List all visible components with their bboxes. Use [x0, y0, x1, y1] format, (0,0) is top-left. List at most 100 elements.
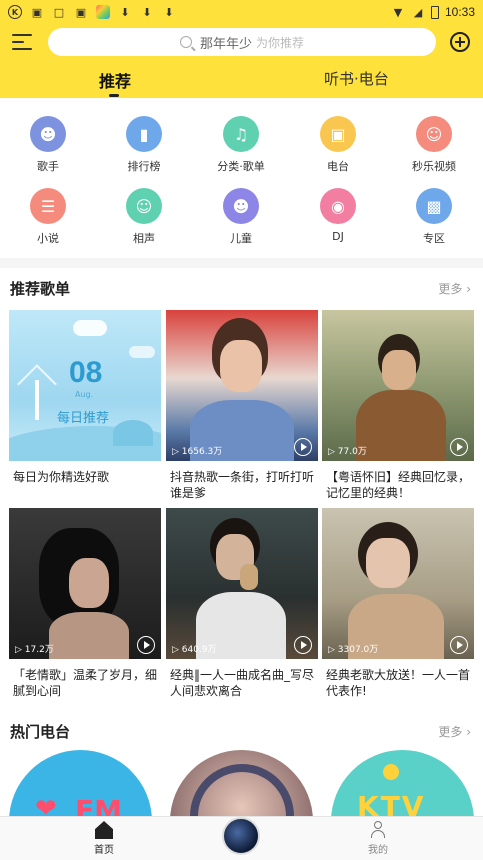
headphones-icon	[190, 764, 294, 824]
playlist-cover: ▷ 640.9万	[166, 508, 318, 659]
add-icon[interactable]	[450, 32, 470, 52]
person-silhouette	[382, 350, 416, 390]
play-icon[interactable]	[450, 438, 468, 456]
download-icon: ⬇	[120, 5, 130, 19]
playlist-card[interactable]: ▷ 640.9万 经典‖一人一曲成名曲_写尽人间悲欢离合	[166, 508, 318, 699]
more-link-hot-radio[interactable]: 更多 ›	[438, 723, 471, 740]
person-silhouette	[69, 558, 109, 608]
radio-icon: ▣	[320, 116, 356, 152]
header: 那年年少 为你推荐 推荐 听书·电台	[0, 24, 483, 98]
playlist-card[interactable]: ▷ 1656.3万 抖音热歌一条街，打听打听谁是爹	[166, 310, 318, 501]
playlist-card[interactable]: ▷ 17.2万 「老情歌」温柔了岁月，细腻到心间	[9, 508, 161, 699]
play-count-value: 17.2万	[24, 645, 54, 655]
grid-label: 儿童	[230, 232, 252, 245]
tab-recommend[interactable]: 推荐	[99, 68, 131, 97]
video-face-icon: ☺	[416, 116, 452, 152]
chevron-right-icon: ›	[466, 282, 471, 296]
play-small-icon: ▷	[172, 447, 179, 457]
hill-shape	[113, 420, 153, 446]
playlist-card-daily[interactable]: 08 Aug. 每日推荐 每日为你精选好歌	[9, 310, 161, 501]
tab-audiobook-radio[interactable]: 听书·电台	[324, 68, 389, 89]
grid-label: 小说	[37, 232, 59, 245]
playlist-title: 经典‖一人一曲成名曲_写尽人间悲欢离合	[170, 668, 315, 698]
more-link-recommend[interactable]: 更多 ›	[438, 280, 471, 297]
daily-month: Aug.	[75, 390, 94, 399]
now-playing-disc-icon[interactable]	[222, 817, 260, 855]
cloud-icon	[129, 346, 155, 358]
play-icon[interactable]	[294, 636, 312, 654]
play-small-icon: ▷	[328, 645, 335, 655]
search-icon	[179, 36, 192, 48]
person-silhouette	[366, 538, 410, 588]
play-count-value: 77.0万	[337, 447, 367, 457]
playlist-cover: ▷ 1656.3万	[166, 310, 318, 461]
section-title-hot-radio: 热门电台	[10, 723, 71, 741]
chart-icon: ▮	[126, 116, 162, 152]
play-count: ▷ 3307.0万	[328, 642, 378, 655]
playlist-title: 经典老歌大放送！一人一首代表作!	[326, 668, 471, 698]
play-icon[interactable]	[450, 636, 468, 654]
status-bar: K ▣ □ ▣ ⬇ ⬇ ⬇ ▼ ◢ 10:33	[0, 0, 483, 24]
more-label: 更多	[438, 282, 463, 296]
nav-home[interactable]: 首页	[74, 821, 134, 856]
bag-icon: ▣	[31, 5, 43, 19]
grid-label: 秒乐视频	[412, 160, 456, 173]
playlist-title: 「老情歌」温柔了岁月，细腻到心间	[13, 668, 158, 698]
bottom-nav: 首页 我的	[0, 816, 483, 860]
grid-item-radio[interactable]: ▣ 电台	[290, 116, 386, 176]
search-bar[interactable]: 那年年少 为你推荐	[48, 28, 436, 56]
bag-outline-icon: □	[53, 5, 65, 19]
playlist-icon: ♫	[223, 116, 259, 152]
grid-item-crosstalk[interactable]: ☺ 相声	[96, 188, 192, 248]
wifi-icon: ▼	[393, 5, 403, 19]
nav-mine-label: 我的	[368, 845, 388, 856]
top-tabs: 推荐 听书·电台	[0, 68, 483, 98]
photo-app-icon	[96, 5, 110, 19]
grid-label: 歌手	[37, 160, 59, 173]
cloud-icon	[73, 320, 107, 336]
grid-item-zone[interactable]: ▩ 专区	[386, 188, 482, 248]
search-placeholder-sub: 为你推荐	[256, 35, 305, 50]
grid-label: 专区	[423, 232, 445, 245]
grid-item-dj[interactable]: ◉ DJ	[290, 188, 386, 248]
grid-item-video[interactable]: ☺ 秒乐视频	[386, 116, 482, 176]
playlist-cover: ▷ 77.0万	[322, 310, 474, 461]
play-count-value: 3307.0万	[337, 645, 379, 655]
microphone-icon	[240, 564, 258, 590]
play-count-value: 1656.3万	[181, 447, 223, 457]
dj-disc-icon: ◉	[320, 188, 356, 224]
section-divider	[0, 258, 483, 268]
menu-icon[interactable]	[12, 34, 32, 52]
grid-label: 分类·歌单	[217, 160, 265, 173]
play-icon[interactable]	[137, 636, 155, 654]
k-app-icon: K	[8, 5, 22, 19]
playlist-card[interactable]: ▷ 3307.0万 经典老歌大放送！一人一首代表作!	[322, 508, 474, 699]
play-count-value: 640.9万	[181, 645, 217, 655]
nav-mine[interactable]: 我的	[348, 821, 408, 856]
grid-label: 电台	[327, 160, 349, 173]
battery-icon	[430, 5, 439, 19]
nav-home-label: 首页	[94, 845, 114, 856]
section-title-recommend: 推荐歌单	[10, 280, 71, 298]
playlist-title: 【粤语怀旧】经典回忆录，记忆里的经典！	[326, 470, 471, 500]
download-icon: ⬇	[142, 5, 152, 19]
play-icon[interactable]	[294, 438, 312, 456]
status-time: 10:33	[444, 5, 475, 19]
playlist-cover: 08 Aug. 每日推荐	[9, 310, 161, 461]
grid-item-chart[interactable]: ▮ 排行榜	[96, 116, 192, 176]
playlist-card[interactable]: ▷ 77.0万 【粤语怀旧】经典回忆录，记忆里的经典！	[322, 310, 474, 501]
home-icon	[95, 821, 113, 839]
status-right: ▼ ◢ 10:33	[391, 5, 475, 19]
grid-item-singer[interactable]: ☻ 歌手	[0, 116, 96, 176]
crosstalk-icon: ☺	[126, 188, 162, 224]
daily-date: 08	[69, 356, 103, 389]
grid-item-kids[interactable]: ☻ 儿童	[193, 188, 289, 248]
playlist-title: 每日为你精选好歌	[13, 470, 110, 484]
grid-item-category[interactable]: ♫ 分类·歌单	[193, 116, 289, 176]
play-count: ▷ 640.9万	[172, 642, 217, 655]
chevron-right-icon: ›	[466, 725, 471, 739]
grid-item-novel[interactable]: ☰ 小说	[0, 188, 96, 248]
playlist-cover: ▷ 17.2万	[9, 508, 161, 659]
microphone-icon	[383, 764, 399, 780]
download-icon: ⬇	[164, 5, 174, 19]
